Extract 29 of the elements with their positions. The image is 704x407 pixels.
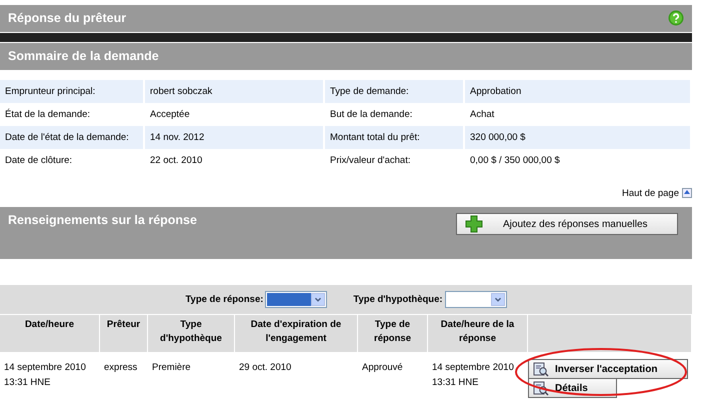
field-value: 14 nov. 2012 [145, 126, 325, 149]
column-header: Date d'expiration de l'engagement [235, 314, 358, 352]
column-header: Prêteur [100, 314, 148, 352]
page-title: Réponse du prêteur [8, 11, 126, 25]
column-header: Type de réponse [358, 314, 428, 352]
field-label: Montant total du prêt: [325, 126, 465, 149]
add-responses-button[interactable]: Ajoutez des réponses manuelles [456, 213, 678, 235]
section-title: Sommaire de la demande [8, 49, 159, 63]
field-value: robert sobczak [145, 80, 325, 103]
table-cell-text: 14 septembre 2010 13:31 HNE [431, 361, 515, 390]
filter-label: Type de réponse: [185, 294, 264, 305]
table-cell-text: Approuvé [361, 361, 404, 375]
column-header: Date/heure [0, 314, 100, 352]
details-button[interactable]: Détails [528, 378, 617, 398]
section-title: Renseignements sur la réponse [8, 213, 197, 227]
filter-label: Type d'hypothèque: [353, 294, 443, 305]
column-header: Type d'hypothèque [148, 314, 235, 352]
field-label: Date de l'état de la demande: [0, 126, 145, 149]
reverse-acceptance-button[interactable]: Inverser l'acceptation [528, 359, 688, 379]
table-cell-text: 29 oct. 2010 [238, 361, 292, 375]
top-of-page-link[interactable]: Haut de page [622, 188, 679, 198]
field-label: Type de demande: [325, 80, 465, 103]
table-cell-text: Première [151, 361, 192, 375]
table-cell-text: express [103, 361, 138, 375]
table-cell-text: 14 septembre 2010 13:31 HNE [3, 361, 87, 390]
field-value: Approbation [465, 80, 692, 103]
field-label: Emprunteur principal: [0, 80, 145, 103]
column-header: Date/heure de la réponse [428, 314, 528, 352]
field-value: 320 000,00 $ [465, 126, 692, 149]
